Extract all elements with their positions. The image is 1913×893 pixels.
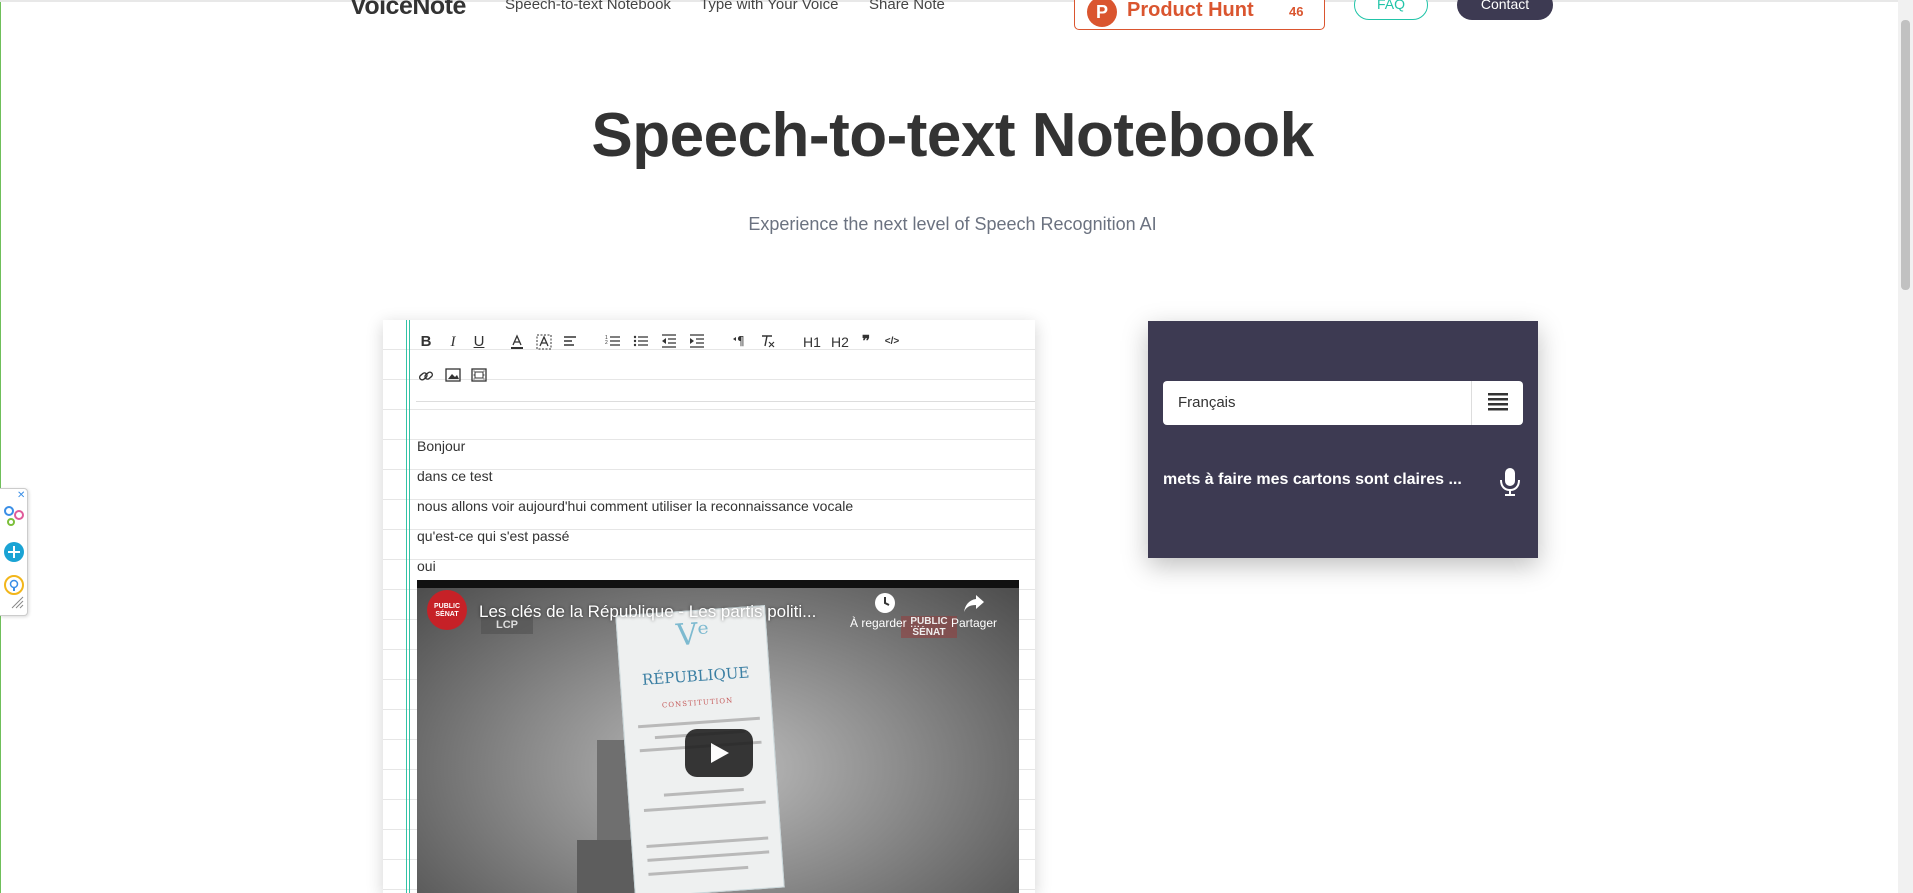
image-icon [445, 368, 461, 382]
svg-text:¶: ¶ [737, 334, 745, 348]
clock-icon [875, 593, 895, 613]
bold-button[interactable]: B [416, 331, 436, 353]
highlight-icon [536, 334, 552, 350]
doc-constitution-label: CONSTITUTION [661, 696, 734, 710]
nav-top-border [0, 0, 1913, 2]
svg-text:2: 2 [605, 340, 608, 346]
video-title[interactable]: Les clés de la République - Les partis p… [479, 602, 816, 622]
bullet-list-button[interactable] [631, 331, 651, 353]
doc-text-line [643, 800, 766, 813]
share-arrow-icon [964, 595, 984, 612]
share-button[interactable]: Partager [939, 592, 1009, 630]
code-block-button[interactable]: </> [882, 331, 902, 353]
bullet-list-icon [633, 335, 648, 347]
side-widget: ✕ [0, 488, 28, 616]
live-transcript: mets à faire mes cartons sont claires ..… [1163, 471, 1462, 488]
link-button[interactable] [416, 365, 436, 387]
nav-link-notebook[interactable]: Speech-to-text Notebook [505, 0, 671, 13]
top-nav: VoiceNote Speech-to-text Notebook Type w… [0, 0, 1913, 32]
language-select-divider [1471, 381, 1472, 425]
indent-icon [690, 334, 704, 348]
close-icon[interactable]: ✕ [17, 490, 25, 501]
outdent-button[interactable] [659, 331, 679, 353]
share-nodes-icon[interactable] [3, 505, 25, 527]
page-subtitle: Experience the next level of Speech Reco… [748, 214, 1157, 234]
indent-button[interactable] [687, 331, 707, 353]
editor-line[interactable]: oui [417, 551, 436, 581]
align-left-icon [564, 336, 576, 346]
nav-link-share-note[interactable]: Share Note [869, 0, 945, 13]
doc-republique-label: RÉPUBLIQUE [641, 663, 750, 689]
outdent-icon [662, 334, 676, 348]
background-color-button[interactable] [534, 331, 554, 353]
contact-button[interactable]: Contact [1457, 0, 1553, 20]
resize-grip-icon[interactable] [10, 595, 24, 609]
language-select[interactable]: Français [1163, 381, 1523, 425]
editor-line[interactable]: Bonjour [417, 431, 465, 461]
doc-text-line [648, 865, 749, 876]
voice-control-panel: Français mets à faire mes cartons sont c… [1148, 321, 1538, 558]
lightbulb-icon[interactable] [3, 574, 25, 596]
product-hunt-badge[interactable]: P Product Hunt 46 [1074, 0, 1325, 30]
notebook-margin-line [406, 320, 410, 893]
doc-text-line [647, 850, 770, 862]
paragraph-direction-icon: ¶ [733, 334, 745, 348]
clear-format-icon [762, 335, 775, 348]
watch-later-button[interactable]: À regarder ... [845, 592, 925, 630]
page-scrollbar[interactable] [1898, 0, 1913, 893]
editor-toolbar: B I U 12 ¶ H1 H2 ❞ </> [416, 320, 1035, 402]
channel-avatar[interactable]: PUBLIC SÉNAT [427, 590, 467, 630]
editor-line[interactable]: nous allons voir aujourd'hui comment uti… [417, 491, 853, 521]
product-hunt-icon: P [1087, 0, 1117, 27]
toolbar-divider [416, 401, 1035, 402]
blockquote-button[interactable]: ❞ [856, 331, 876, 353]
doc-text-line [663, 788, 744, 797]
link-icon [418, 371, 434, 381]
menu-lines-icon[interactable] [1485, 389, 1511, 415]
doc-text-line [638, 716, 760, 729]
embedded-video[interactable]: Vᵉ RÉPUBLIQUE CONSTITUTION LCP PUBLIC SÉ… [417, 580, 1019, 893]
text-direction-button[interactable]: ¶ [730, 331, 750, 353]
editor-line[interactable]: dans ce test [417, 461, 493, 491]
ordered-list-icon: 12 [605, 335, 620, 346]
video-button[interactable] [469, 365, 489, 387]
film-icon [471, 368, 487, 382]
underline-button[interactable]: U [469, 331, 489, 353]
product-hunt-count: 46 [1289, 4, 1304, 19]
add-circle-icon[interactable] [3, 541, 25, 563]
heading2-label: H2 [831, 334, 849, 350]
text-color-button[interactable] [507, 331, 527, 353]
clear-format-button[interactable] [758, 331, 778, 353]
image-button[interactable] [443, 365, 463, 387]
heading2-button[interactable]: H2 [828, 331, 852, 353]
scrollbar-thumb[interactable] [1901, 20, 1910, 290]
page-title: Speech-to-text Notebook [591, 101, 1314, 170]
doc-text-line [646, 836, 769, 848]
play-button[interactable] [685, 729, 753, 777]
text-color-icon [511, 334, 523, 349]
language-value: Français [1178, 394, 1236, 411]
video-top-bar [417, 580, 1019, 588]
editor-line[interactable]: qu'est-ce qui s'est passé [417, 521, 569, 551]
faq-button[interactable]: FAQ [1354, 0, 1428, 20]
brand-logo[interactable]: VoiceNote [350, 0, 466, 21]
heading1-label: H1 [803, 334, 821, 350]
microphone-icon[interactable] [1498, 467, 1522, 497]
align-button[interactable] [560, 331, 580, 353]
product-hunt-label: Product Hunt [1127, 0, 1254, 21]
share-label: Partager [950, 616, 998, 630]
italic-button[interactable]: I [443, 331, 463, 353]
watch-later-label: À regarder ... [849, 616, 921, 630]
nav-link-type-voice[interactable]: Type with Your Voice [700, 0, 838, 13]
notebook-editor: B I U 12 ¶ H1 H2 ❞ </> Bonjour dans ce t… [383, 320, 1035, 893]
ordered-list-button[interactable]: 12 [603, 331, 623, 353]
heading1-button[interactable]: H1 [800, 331, 824, 353]
